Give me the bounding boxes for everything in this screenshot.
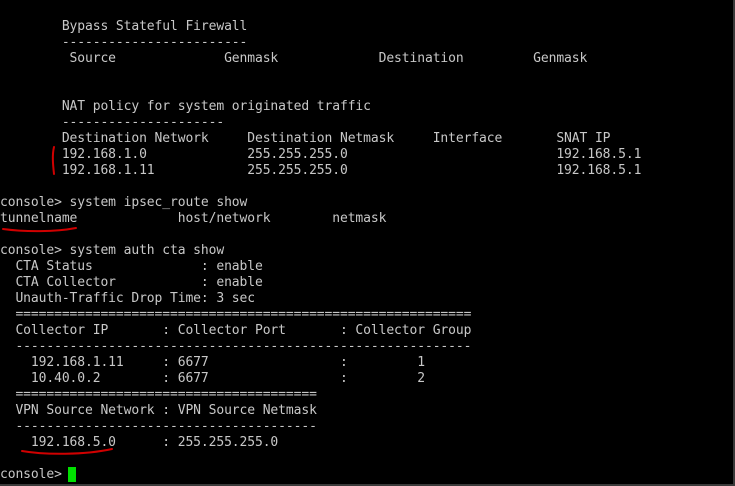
terminal-line-15: console> system auth cta show	[0, 243, 225, 258]
terminal-line-17: CTA Collector : enable	[0, 275, 263, 290]
terminal-line-1: Bypass Stateful Firewall	[0, 19, 248, 34]
terminal-line-27: 192.168.5.0 : 255.255.255.0	[0, 435, 279, 450]
terminal-line-25: VPN Source Network : VPN Source Netmask	[0, 403, 317, 418]
terminal-line-22: 192.168.1.11 : 6677 : 1	[0, 355, 425, 370]
terminal-line-6: NAT policy for system originated traffic	[0, 99, 371, 114]
terminal-line-26: ---------------------------------------	[0, 419, 317, 434]
terminal-line-7: ---------------------	[0, 115, 225, 130]
terminal-line-9: 192.168.1.0 255.255.255.0 192.168.5.1	[0, 147, 642, 162]
terminal-window[interactable]: Bypass Stateful Firewall ---------------…	[0, 0, 735, 486]
terminal-line-16: CTA Status : enable	[0, 259, 263, 274]
terminal-line-8: Destination Network Destination Netmask …	[0, 131, 611, 146]
terminal-line-21: ----------------------------------------…	[0, 339, 472, 354]
terminal-line-13: tunnelname host/network netmask	[0, 211, 387, 226]
terminal-line-23: 10.40.0.2 : 6677 : 2	[0, 371, 425, 386]
terminal-line-10: 192.168.1.11 255.255.255.0 192.168.5.1	[0, 163, 642, 178]
terminal-prompt-line: console>	[0, 467, 70, 482]
terminal-line-19: ========================================…	[0, 307, 472, 322]
terminal-line-20: Collector IP : Collector Port : Collecto…	[0, 323, 472, 338]
terminal-cursor	[68, 467, 76, 482]
terminal-line-3: Source Genmask Destination Genmask	[0, 51, 588, 66]
terminal-line-24: =======================================	[0, 387, 317, 402]
terminal-line-2: ------------------------	[0, 35, 248, 50]
terminal-line-18: Unauth-Traffic Drop Time: 3 sec	[0, 291, 255, 306]
terminal-line-12: console> system ipsec_route show	[0, 195, 248, 210]
